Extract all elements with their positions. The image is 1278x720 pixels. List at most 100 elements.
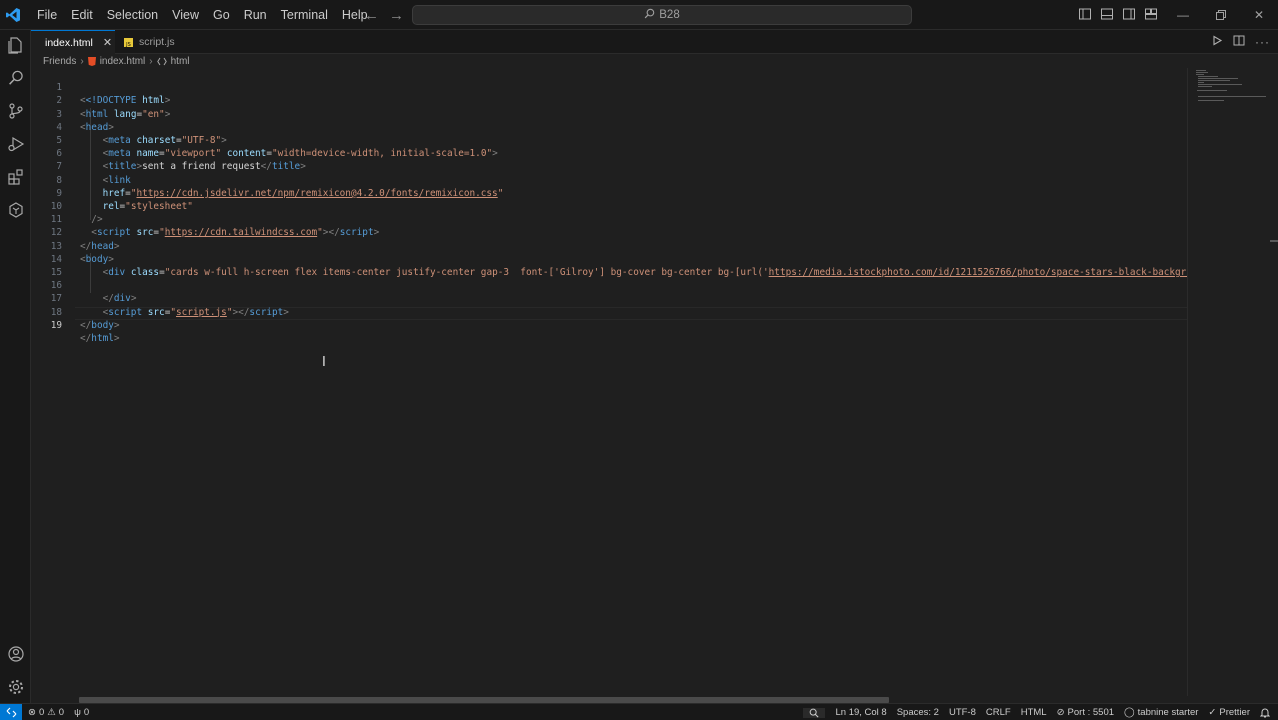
restore-icon[interactable] [1202,0,1240,30]
source-control-icon[interactable] [0,96,31,126]
minimap-line [1198,84,1242,85]
vertical-scrollbar[interactable] [1268,68,1278,696]
code-line: 16 </div> [31,266,1187,304]
minimize-icon[interactable]: — [1164,0,1202,30]
extensions-icon[interactable] [0,162,31,192]
run-debug-icon[interactable] [0,129,31,159]
line-content: </html> [80,333,120,344]
text-cursor-icon: I [322,355,326,370]
line-content: </body> [80,319,120,331]
back-arrow-icon[interactable]: ← [364,7,379,24]
minimap-line [1197,90,1227,91]
tab-index-html[interactable]: index.html ✕ [31,30,115,54]
breadcrumb: Friends › index.html › html [43,55,190,67]
menu-terminal[interactable]: Terminal [274,0,335,30]
cursor-position[interactable]: Ln 19, Col 8 [835,707,886,718]
menu-selection[interactable]: Selection [100,0,165,30]
check-double-icon: ✓ [1208,707,1217,718]
command-center-text: B28 [659,9,680,21]
code-line: 9 rel="stylesheet" [31,174,1187,212]
menu-go[interactable]: Go [206,0,237,30]
settings-gear-icon[interactable] [0,672,31,702]
element-symbol-icon [156,57,167,65]
notifications-bell-icon[interactable] [1260,707,1270,718]
problems-indicator[interactable]: ⊗ 0 ⚠ 0 [28,707,64,718]
tab-script-js[interactable]: JS script.js [116,30,196,54]
code-line: 10 /> [31,187,1187,225]
explorer-icon[interactable] [0,30,31,60]
more-actions-icon[interactable]: ··· [1255,35,1270,49]
warning-icon: ⚠ [47,707,56,718]
code-line: 12 </head> [31,213,1187,251]
toggle-panel-icon[interactable] [1100,7,1114,24]
zoom-icon[interactable] [803,707,826,718]
toggle-primary-sidebar-icon[interactable] [1078,7,1092,24]
code-line: 19 </html> [31,306,1187,344]
prettier-status[interactable]: ✓ Prettier [1208,707,1250,718]
minimap-line [1196,70,1206,71]
minimap-line [1198,78,1238,79]
minimap-line [1198,100,1224,101]
code-line: 8 href="https://cdn.jsdelivr.net/npm/rem… [31,160,1187,199]
search-icon [644,8,655,22]
minimap[interactable] [1187,68,1267,696]
tabnine-status[interactable]: ◯ tabnine starter [1124,707,1198,718]
remote-explorer-icon[interactable] [0,195,31,225]
menu-run[interactable]: Run [237,0,274,30]
code-line: 2 <html lang="en"> [31,81,1187,119]
code-line: 15 [31,253,1187,278]
accounts-icon[interactable] [0,639,31,669]
code-line: 1 <<!DOCTYPE html> [31,68,1187,106]
layout-controls [1078,0,1158,30]
tab-label: script.js [139,36,175,48]
minimap-line [1196,74,1204,75]
minimap-line [1198,96,1266,97]
indentation[interactable]: Spaces: 2 [897,707,939,718]
menu-bar: File Edit Selection View Go Run Terminal… [30,0,375,30]
code-line: 18 </body> [31,292,1187,331]
run-icon[interactable] [1212,35,1223,49]
editor-actions: ··· [1212,30,1270,54]
command-center-search[interactable]: B28 [412,5,912,25]
live-server-port[interactable]: ⊘ Port : 5501 [1057,707,1114,718]
line-number: 19 [50,319,62,331]
scroll-position-marker [1270,240,1278,242]
status-right: Ln 19, Col 8 Spaces: 2 UTF-8 CRLF HTML ⊘… [803,704,1270,720]
menu-view[interactable]: View [165,0,206,30]
code-line: 7 <link [31,147,1187,185]
navigation-arrows: ← → [364,0,404,30]
minimap-line [1198,82,1204,83]
minimap-line [1198,76,1218,77]
activity-bar [0,30,31,703]
menu-file[interactable]: File [30,0,64,30]
encoding[interactable]: UTF-8 [949,707,976,718]
language-mode[interactable]: HTML [1021,707,1047,718]
status-bar: ⊗ 0 ⚠ 0 ψ0 Ln 19, Col 8 Spaces: 2 UTF-8 CR… [0,703,1278,720]
no-entry-icon: ⊘ [1056,707,1065,718]
remote-indicator-icon[interactable] [0,704,22,720]
javascript-icon: JS [124,37,133,47]
code-editor[interactable]: 1 <<!DOCTYPE html> 2 <html lang="en"> 3 … [31,68,1187,696]
html5-icon [87,56,96,66]
menu-edit[interactable]: Edit [64,0,100,30]
customize-layout-icon[interactable] [1144,7,1158,24]
breadcrumb-folder[interactable]: Friends [43,56,76,67]
toggle-secondary-sidebar-icon[interactable] [1122,7,1136,24]
breadcrumb-symbol[interactable]: html [171,56,190,67]
minimap-line [1198,80,1230,81]
close-window-icon[interactable]: ✕ [1240,0,1278,30]
end-of-line[interactable]: CRLF [986,707,1011,718]
tabnine-icon: ◯ [1124,707,1135,718]
search-view-icon[interactable] [0,63,31,93]
code-line: 6 <title>sent a friend request</title> [31,134,1187,172]
code-line: 17 <script src="script.js"></script> [31,279,1187,317]
svg-text:JS: JS [125,42,131,47]
minimap-line [1198,86,1212,87]
split-editor-icon[interactable] [1233,35,1245,49]
error-icon: ⊗ [28,707,36,718]
close-tab-icon[interactable]: ✕ [103,36,112,49]
forward-arrow-icon[interactable]: → [389,7,404,24]
ports-indicator[interactable]: ψ0 [74,707,89,718]
breadcrumb-file[interactable]: index.html [100,56,146,67]
code-line: 5 <meta name="viewport" content="width=d… [31,121,1187,159]
